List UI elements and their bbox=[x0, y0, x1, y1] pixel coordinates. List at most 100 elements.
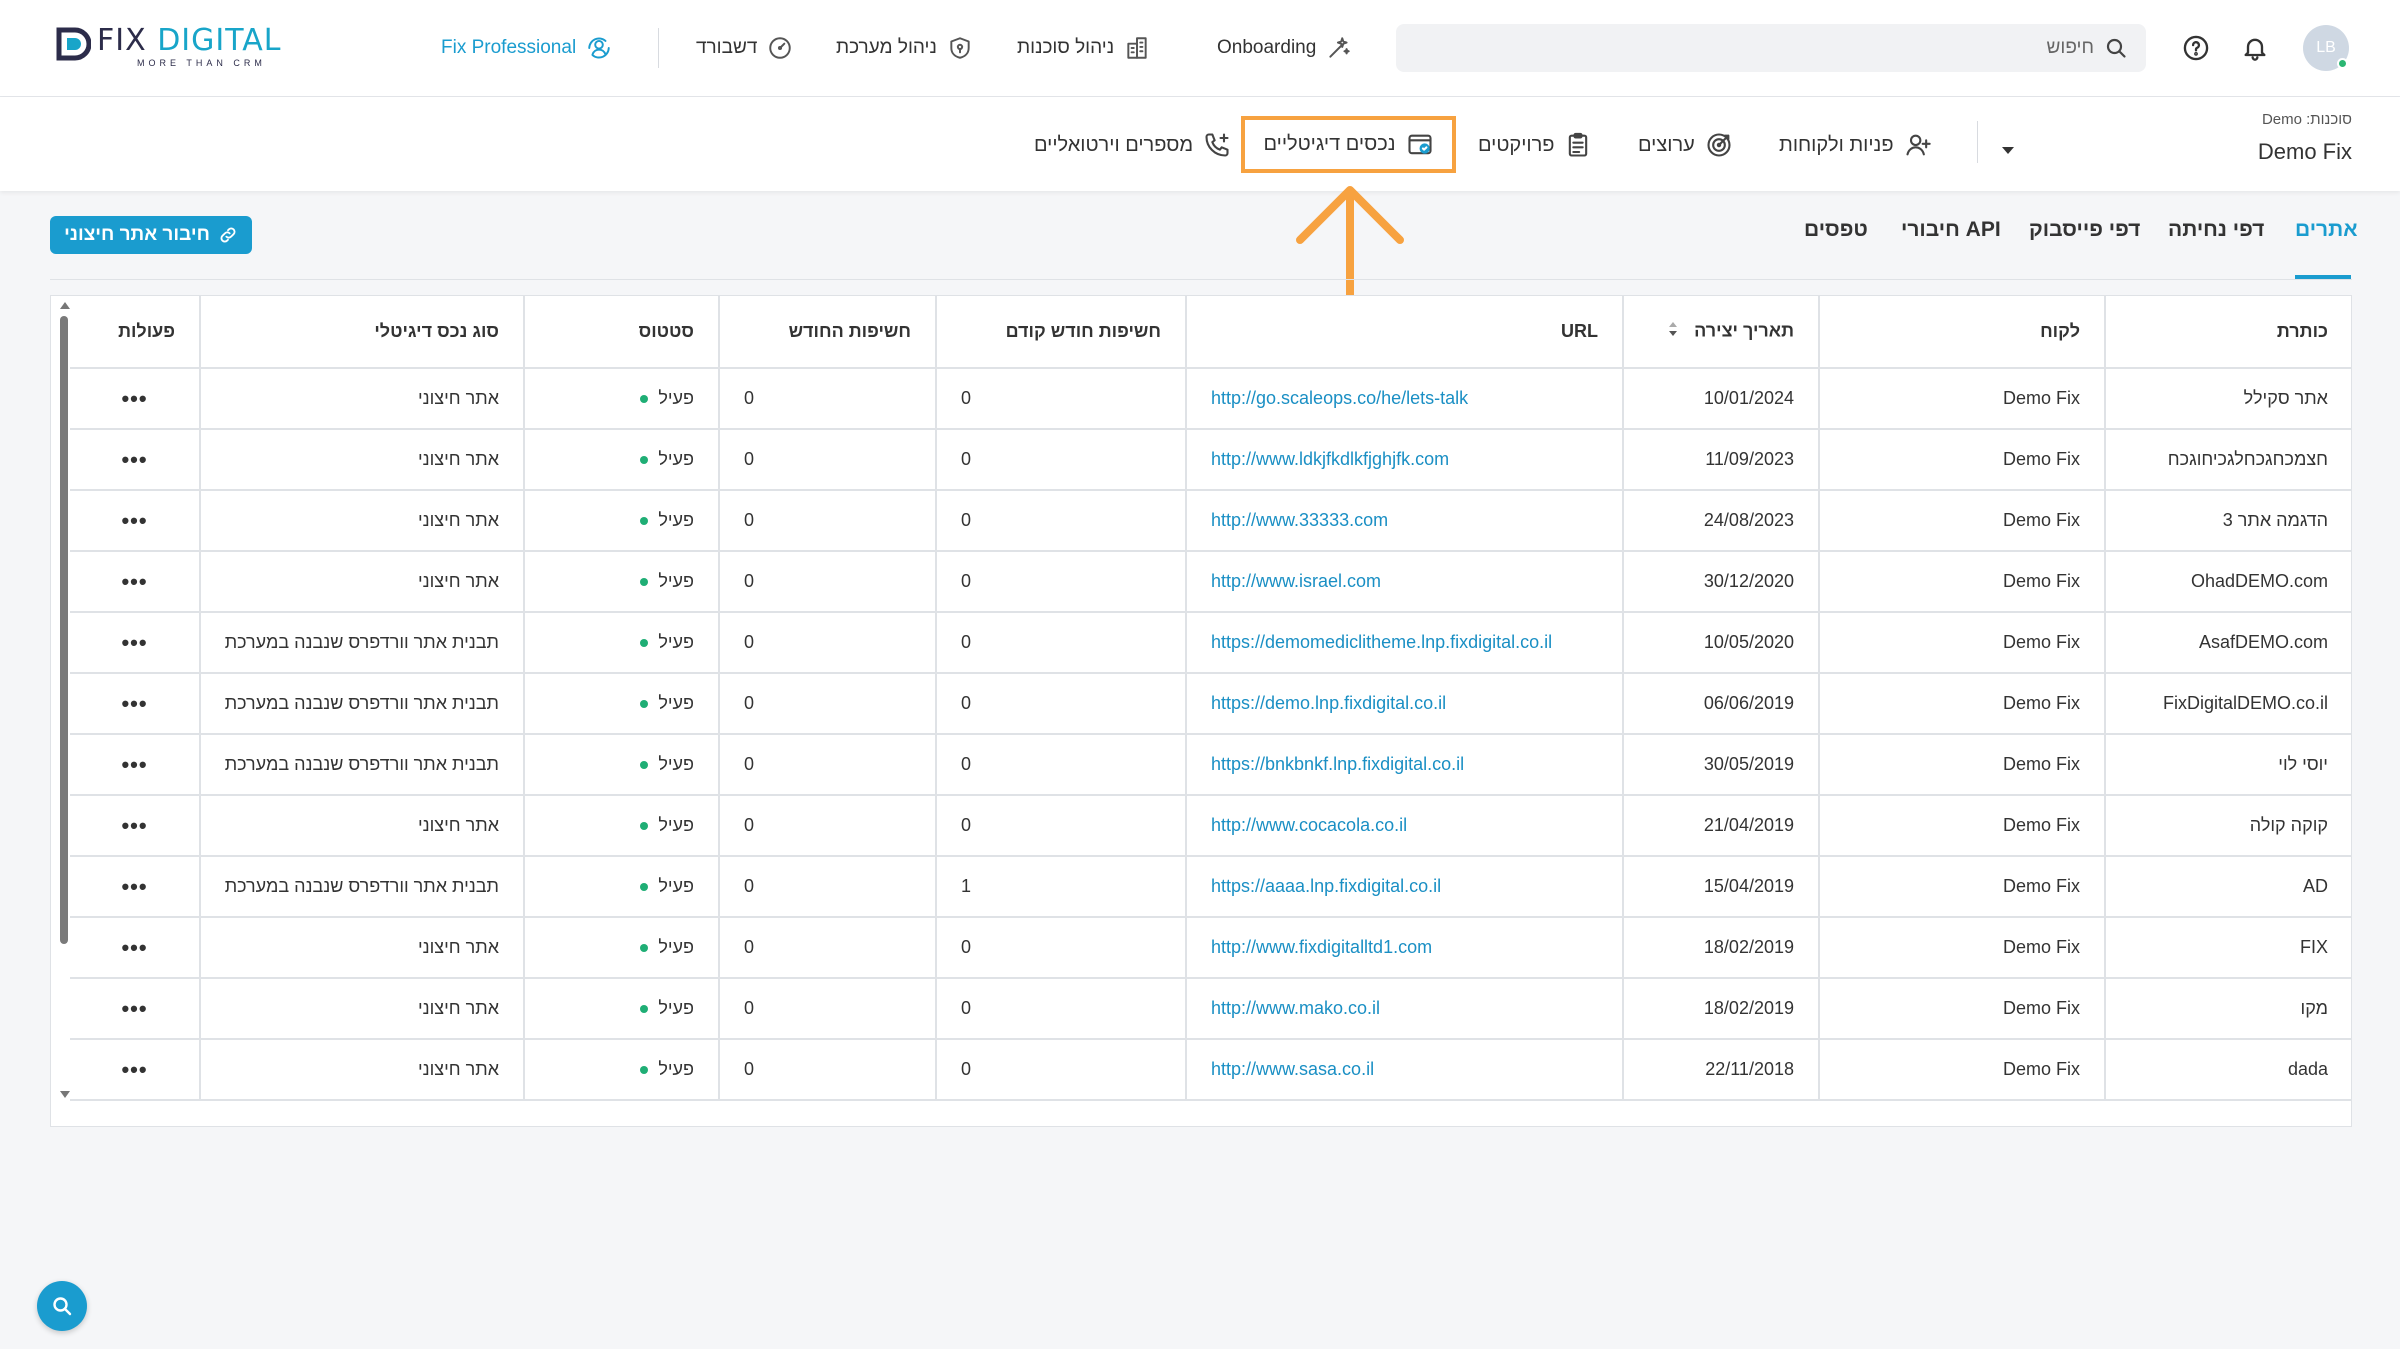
table-row[interactable]: AsafDEMO.com Demo Fix 10/05/2020 https://de… bbox=[70, 612, 2351, 674]
site-url-link[interactable]: http://go.scaleops.co/he/lets-talk bbox=[1211, 388, 1468, 408]
site-url-link[interactable]: https://bnkbnkf.lnp.fixdigital.co.il bbox=[1211, 754, 1464, 774]
cell-title[interactable]: אתר סקילל bbox=[2104, 368, 2351, 430]
row-actions-menu[interactable]: ••• bbox=[70, 673, 200, 735]
scroll-up-arrow-icon[interactable] bbox=[60, 302, 70, 309]
cell-title[interactable]: יוסי לוי bbox=[2104, 734, 2351, 796]
cell-asset-type: אתר חיצוני bbox=[199, 490, 524, 552]
nav-system-management[interactable]: ניהול מערכת bbox=[836, 33, 973, 63]
cell-title[interactable]: AsafDEMO.com bbox=[2104, 612, 2351, 674]
site-url-link[interactable]: http://www.33333.com bbox=[1211, 510, 1388, 530]
row-actions-menu[interactable]: ••• bbox=[70, 551, 200, 613]
cell-url: https://bnkbnkf.lnp.fixdigital.co.il bbox=[1185, 734, 1623, 796]
row-actions-menu[interactable]: ••• bbox=[70, 429, 200, 491]
tab-forms[interactable]: טפסים bbox=[1804, 218, 1868, 242]
tab-sites[interactable]: אתרים bbox=[2295, 218, 2358, 242]
header-asset-type[interactable]: סוג נכס דיגיטלי bbox=[199, 296, 524, 369]
cell-created: 22/11/2018 bbox=[1622, 1039, 1819, 1101]
cell-asset-type: אתר חיצוני bbox=[199, 368, 524, 430]
row-actions-menu[interactable]: ••• bbox=[70, 978, 200, 1040]
table-row[interactable]: קוקה קולה Demo Fix 21/04/2019 http://www.co… bbox=[70, 795, 2351, 857]
search-input[interactable] bbox=[1794, 37, 2094, 59]
header-prev-month-impressions[interactable]: חשיפות חודש קודם bbox=[935, 296, 1186, 369]
user-avatar[interactable]: LB bbox=[2303, 25, 2349, 71]
cell-title[interactable]: קוקה קולה bbox=[2104, 795, 2351, 857]
header-this-month-impressions[interactable]: חשיפות החודש bbox=[718, 296, 936, 369]
subnav-projects[interactable]: פרויקטים bbox=[1478, 129, 1592, 161]
cell-title[interactable]: AD bbox=[2104, 856, 2351, 918]
cell-title[interactable]: FixDigitalDEMO.co.il bbox=[2104, 673, 2351, 735]
header-title[interactable]: כותרת bbox=[2104, 296, 2351, 369]
site-url-link[interactable]: https://demo.lnp.fixdigital.co.il bbox=[1211, 693, 1446, 713]
status-active-dot-icon bbox=[640, 456, 649, 465]
site-url-link[interactable]: http://www.cocacola.co.il bbox=[1211, 815, 1407, 835]
scroll-down-arrow-icon[interactable] bbox=[60, 1091, 70, 1098]
table-row[interactable]: הדגמה אתר 3 Demo Fix 24/08/2023 http://www.… bbox=[70, 490, 2351, 552]
agency-selector[interactable]: Demo Fix bbox=[2258, 139, 2352, 165]
notifications-button[interactable] bbox=[2239, 32, 2271, 64]
connect-external-site-button[interactable]: חיבור אתר חיצוני bbox=[50, 216, 252, 254]
nav-onboarding[interactable]: Onboarding bbox=[1217, 33, 1352, 63]
site-url-link[interactable]: http://www.mako.co.il bbox=[1211, 998, 1380, 1018]
tab-api-connections[interactable]: חיבורי API bbox=[1901, 218, 2001, 242]
cell-title[interactable]: dada bbox=[2104, 1039, 2351, 1101]
site-url-link[interactable]: http://www.fixdigitalltd1.com bbox=[1211, 937, 1432, 957]
table-row[interactable]: OhadDEMO.com Demo Fix 30/12/2020 http://www… bbox=[70, 551, 2351, 613]
cell-title[interactable]: FIX bbox=[2104, 917, 2351, 979]
subnav-virtual-numbers[interactable]: מספרים וירטואליים bbox=[1034, 129, 1231, 161]
cell-created: 18/02/2019 bbox=[1622, 917, 1819, 979]
nav-fix-professional[interactable]: Fix Professional bbox=[441, 33, 612, 63]
subnav-channels-label: ערוצים bbox=[1638, 133, 1695, 156]
sort-icon[interactable] bbox=[1666, 319, 1680, 344]
cell-title[interactable]: OhadDEMO.com bbox=[2104, 551, 2351, 613]
fix-digital-logo[interactable]: FIX DIGITAL MORE THAN CRM bbox=[55, 26, 281, 68]
nav-divider bbox=[658, 28, 659, 68]
row-actions-menu[interactable]: ••• bbox=[70, 734, 200, 796]
magic-wand-icon bbox=[1329, 37, 1351, 58]
cell-title[interactable]: מקו bbox=[2104, 978, 2351, 1040]
row-actions-menu[interactable]: ••• bbox=[70, 917, 200, 979]
table-row[interactable]: dada Demo Fix 22/11/2018 http://www.sasa.co… bbox=[70, 1039, 2351, 1101]
table-row[interactable]: מקו Demo Fix 18/02/2019 http://www.mako.co.… bbox=[70, 978, 2351, 1040]
site-url-link[interactable]: http://www.sasa.co.il bbox=[1211, 1059, 1374, 1079]
status-active-dot-icon bbox=[640, 700, 649, 709]
site-url-link[interactable]: https://demomediclitheme.lnp.fixdigital.… bbox=[1211, 632, 1552, 652]
header-created[interactable]: תאריך יצירה bbox=[1622, 296, 1819, 369]
scroll-thumb[interactable] bbox=[60, 316, 68, 944]
agency-dropdown-caret-icon[interactable] bbox=[2002, 147, 2014, 154]
row-actions-menu[interactable]: ••• bbox=[70, 1039, 200, 1101]
tab-landing-pages[interactable]: דפי נחיתה bbox=[2168, 218, 2264, 242]
row-actions-menu[interactable]: ••• bbox=[70, 612, 200, 674]
site-url-link[interactable]: https://aaaa.lnp.fixdigital.co.il bbox=[1211, 876, 1441, 896]
status-active-dot-icon bbox=[640, 1005, 649, 1014]
header-url[interactable]: URL bbox=[1185, 296, 1623, 369]
floating-search-button[interactable] bbox=[37, 1281, 87, 1331]
status-active-dot-icon bbox=[640, 761, 649, 770]
subnav-leads-clients[interactable]: פניות ולקוחות bbox=[1779, 129, 1932, 161]
row-actions-menu[interactable]: ••• bbox=[70, 490, 200, 552]
row-actions-menu[interactable]: ••• bbox=[70, 795, 200, 857]
cell-url: http://www.cocacola.co.il bbox=[1185, 795, 1623, 857]
cell-status: פעיל bbox=[523, 1039, 719, 1101]
row-actions-menu[interactable]: ••• bbox=[70, 368, 200, 430]
table-row[interactable]: אתר סקילל Demo Fix 10/01/2024 http://go.sca… bbox=[70, 368, 2351, 430]
tab-facebook-pages[interactable]: דפי פייסבוק bbox=[2029, 218, 2140, 242]
table-row[interactable]: חצמכחגכחלגכיחוגכח Demo Fix 11/09/2023 http:… bbox=[70, 429, 2351, 491]
cell-title[interactable]: חצמכחגכחלגכיחוגכח bbox=[2104, 429, 2351, 491]
table-row[interactable]: AD Demo Fix 15/04/2019 https://aaaa.lnp.fix… bbox=[70, 856, 2351, 918]
table-row[interactable]: FixDigitalDEMO.co.il Demo Fix 06/06/2019 ht… bbox=[70, 673, 2351, 735]
site-url-link[interactable]: http://www.ldkjfkdlkfjghjfk.com bbox=[1211, 449, 1449, 469]
cell-title[interactable]: הדגמה אתר 3 bbox=[2104, 490, 2351, 552]
subnav-channels[interactable]: ערוצים bbox=[1638, 129, 1733, 161]
subnav-digital-assets[interactable]: נכסים דיגיטליים bbox=[1241, 116, 1456, 173]
user-plus-icon bbox=[1905, 134, 1931, 156]
header-status[interactable]: סטטוס bbox=[523, 296, 719, 369]
row-actions-menu[interactable]: ••• bbox=[70, 856, 200, 918]
nav-agency-management[interactable]: ניהול סוכנות bbox=[1017, 33, 1150, 63]
help-button[interactable] bbox=[2180, 32, 2212, 64]
header-client[interactable]: לקוח bbox=[1818, 296, 2105, 369]
global-search[interactable] bbox=[1396, 24, 2146, 72]
nav-dashboard[interactable]: דשבורד bbox=[696, 33, 793, 63]
table-row[interactable]: יוסי לוי Demo Fix 30/05/2019 https://bnkbnk… bbox=[70, 734, 2351, 796]
table-row[interactable]: FIX Demo Fix 18/02/2019 http://www.fixdigit… bbox=[70, 917, 2351, 979]
site-url-link[interactable]: http://www.israel.com bbox=[1211, 571, 1381, 591]
